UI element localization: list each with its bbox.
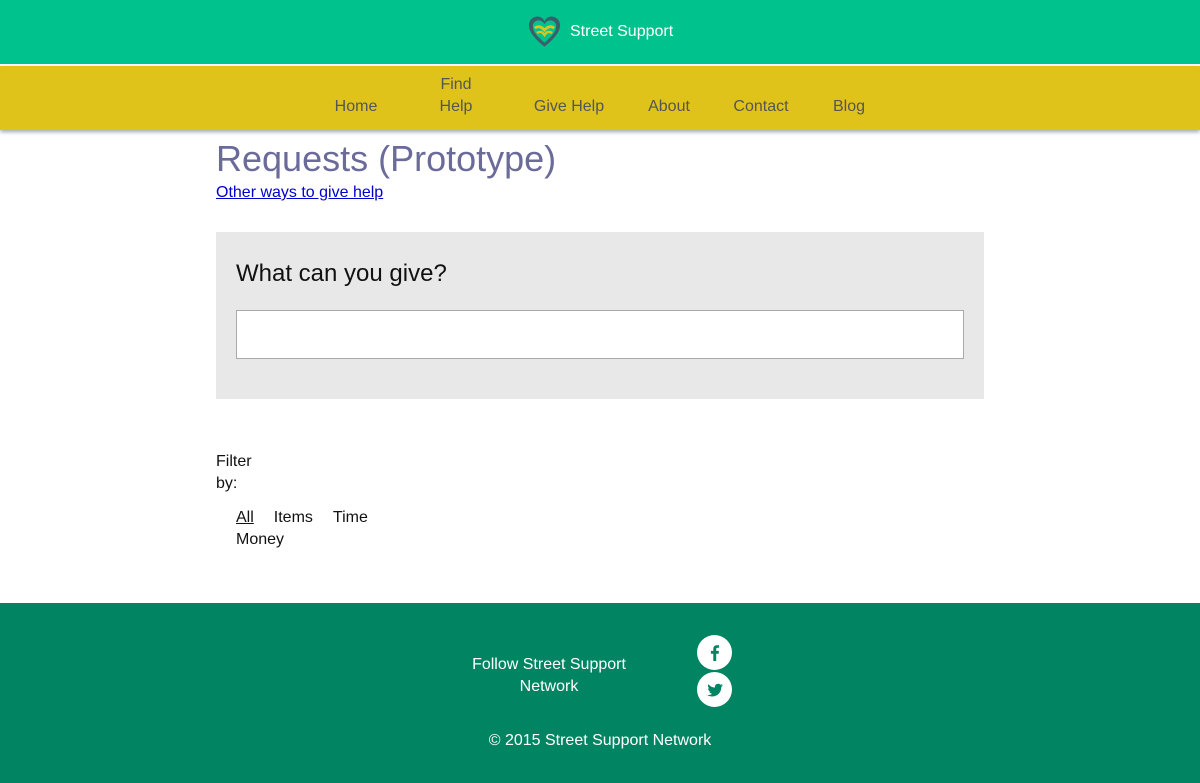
brand-title[interactable]: Street Support [570, 23, 673, 41]
filter-options: All Items Time Money [236, 507, 396, 551]
filter-label: Filter by: [216, 453, 252, 492]
facebook-link[interactable] [697, 635, 732, 670]
filter-option-time[interactable]: Time [333, 507, 368, 529]
follow-text: Follow Street Support Network [472, 656, 626, 695]
twitter-icon [706, 683, 723, 696]
main-nav: Home Find Help Give Help About Contact B… [0, 66, 1200, 130]
brand-home-link[interactable]: Street Support [527, 14, 673, 50]
nav-item-blog[interactable]: Blog [830, 96, 868, 118]
site-header: Street Support [0, 0, 1200, 64]
page-title: Requests (Prototype) [216, 138, 557, 179]
site-footer: Follow Street Support Network © 2015 Str… [0, 603, 1200, 783]
copyright-text: © 2015 Street Support Network [488, 732, 712, 749]
nav-item-home[interactable]: Home [330, 96, 382, 118]
nav-item-give-help[interactable]: Give Help [530, 96, 608, 118]
give-search-panel: What can you give? [216, 232, 984, 399]
nav-item-contact[interactable]: Contact [730, 96, 792, 118]
nav-item-find-help[interactable]: Find Help [428, 74, 484, 118]
twitter-link[interactable] [697, 672, 732, 707]
filter-option-all[interactable]: All [236, 507, 254, 529]
heart-hands-logo-icon [528, 16, 561, 47]
filter-option-items[interactable]: Items [274, 507, 313, 529]
facebook-icon [710, 644, 719, 661]
nav-item-about[interactable]: About [644, 96, 694, 118]
give-panel-heading: What can you give? [236, 260, 447, 287]
filter-option-money[interactable]: Money [236, 529, 284, 551]
give-search-input[interactable] [236, 310, 964, 359]
other-ways-to-give-link[interactable]: Other ways to give help [216, 183, 383, 203]
